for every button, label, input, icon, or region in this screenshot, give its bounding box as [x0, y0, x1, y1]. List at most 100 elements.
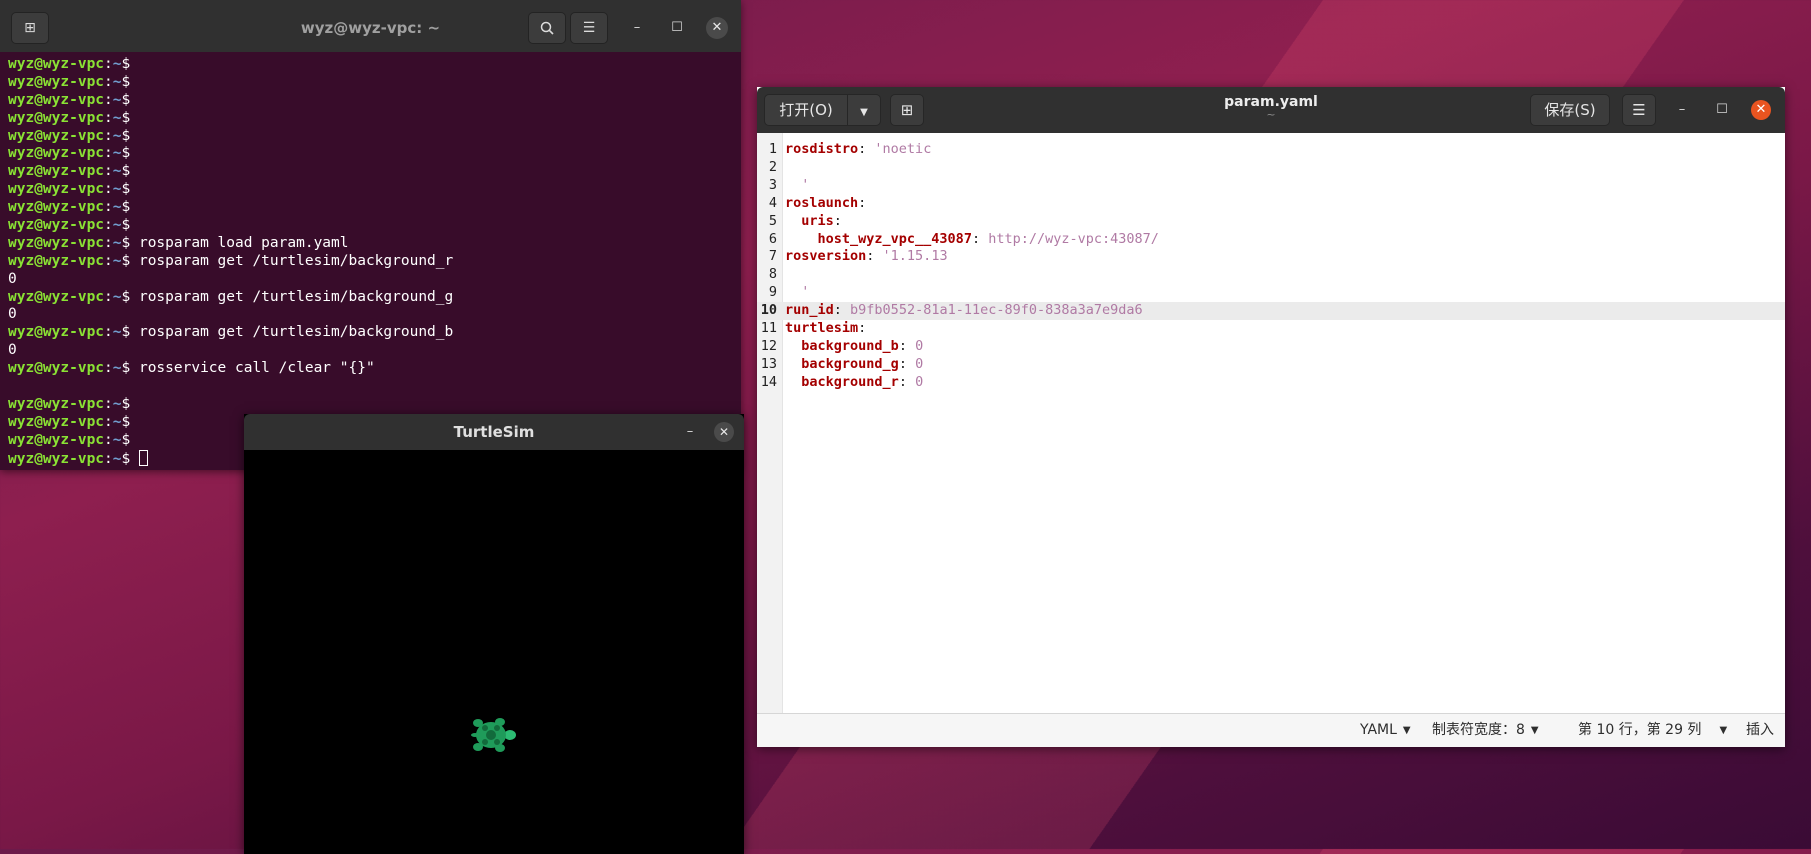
open-dropdown-button[interactable]: ▼	[847, 94, 881, 126]
code-line: 8	[757, 266, 1785, 284]
prompt-path: ~	[112, 163, 122, 180]
prompt-colon: :	[104, 109, 113, 126]
prompt-path: ~	[112, 431, 122, 448]
line-number: 4	[768, 194, 777, 211]
prompt-user: wyz@wyz-vpc	[8, 431, 105, 448]
yaml-value: 0	[915, 355, 924, 372]
terminal-line: 0	[8, 306, 737, 324]
terminal-titlebar[interactable]: ⊞ wyz@wyz-vpc: ~ ☰ – ☐ ✕	[0, 0, 741, 52]
prompt-colon: :	[104, 450, 113, 467]
prompt-user: wyz@wyz-vpc	[8, 127, 105, 144]
prompt-colon: :	[104, 73, 113, 90]
turtlesim-close-button[interactable]: ✕	[714, 422, 734, 442]
terminal-line-text: 0	[8, 342, 17, 359]
save-button[interactable]: 保存(S)	[1530, 94, 1610, 126]
terminal-line: wyz@wyz-vpc:~$ rosservice call /clear "{…	[8, 360, 737, 378]
terminal-line-text: rosparam get /turtlesim/background_g	[138, 288, 454, 305]
prompt-symbol: $	[121, 73, 139, 90]
prompt-path: ~	[112, 181, 122, 198]
document-title-area: param.yaml ~	[1057, 94, 1485, 120]
prompt-colon: :	[104, 127, 113, 144]
cursor-position-label: 第 10 行，第 29 列	[1578, 722, 1702, 738]
dropdown-arrow-icon: ▼	[860, 107, 868, 118]
turtlesim-title: TurtleSim	[453, 423, 535, 441]
menu-button[interactable]: ☰	[570, 12, 608, 44]
insert-mode-indicator[interactable]: 插入	[1746, 714, 1774, 747]
line-number: 9	[768, 284, 777, 301]
search-button[interactable]	[528, 12, 566, 44]
terminal-line: wyz@wyz-vpc:~$ rosparam load param.yaml	[8, 235, 737, 253]
gedit-minimize-button[interactable]: –	[1672, 100, 1692, 120]
code-content: background_r: 0	[785, 374, 923, 392]
prompt-path: ~	[112, 109, 122, 126]
yaml-separator: :	[866, 248, 883, 265]
terminal-window[interactable]: ⊞ wyz@wyz-vpc: ~ ☰ – ☐ ✕ wyz@wyz-vpc:~$ …	[0, 0, 741, 470]
prompt-colon: :	[104, 288, 113, 305]
terminal-line-text: 0	[8, 306, 17, 323]
gedit-maximize-button[interactable]: ☐	[1712, 100, 1732, 120]
prompt-user: wyz@wyz-vpc	[8, 145, 105, 162]
gedit-window[interactable]: 打开(O) ▼ ⊞ param.yaml ~ 保存(S) ☰ – ☐ ✕ 1 ro…	[757, 87, 1785, 747]
terminal-line: wyz@wyz-vpc:~$	[8, 396, 737, 414]
close-icon: ✕	[1755, 102, 1767, 117]
prompt-colon: :	[104, 56, 113, 72]
prompt-user: wyz@wyz-vpc	[8, 413, 105, 430]
terminal-line: wyz@wyz-vpc:~$	[8, 74, 737, 92]
code-line: 13 background_g: 0	[757, 356, 1785, 374]
turtlesim-minimize-button[interactable]: –	[680, 422, 700, 442]
turtlesim-titlebar[interactable]: TurtleSim – ✕	[244, 414, 744, 450]
code-content: turtlesim:	[785, 320, 866, 338]
prompt-symbol: $	[121, 181, 139, 198]
open-button[interactable]: 打开(O)	[764, 94, 848, 126]
turtlesim-window[interactable]: TurtleSim – ✕	[244, 414, 744, 854]
terminal-output[interactable]: wyz@wyz-vpc:~$ wyz@wyz-vpc:~$ wyz@wyz-vp…	[8, 56, 737, 470]
status-bar: YAML ▼ 制表符宽度：8 ▼ 第 10 行，第 29 列 ▼ 插入	[757, 713, 1785, 747]
text-editor-area[interactable]: 1 rosdistro: 'noetic 2 3 ' 4 roslaunch: 5 uris…	[757, 133, 1785, 714]
prompt-symbol: $	[121, 145, 139, 162]
line-number: 6	[768, 230, 777, 247]
yaml-separator: :	[833, 212, 842, 229]
prompt-symbol: $	[121, 413, 139, 430]
yaml-value: '1.15.13	[882, 248, 948, 265]
prompt-path: ~	[112, 234, 122, 251]
code-line: 7 rosversion: '1.15.13	[757, 248, 1785, 266]
gedit-close-button[interactable]: ✕	[1751, 100, 1771, 120]
new-document-button[interactable]: ⊞	[890, 94, 924, 126]
close-button[interactable]: ✕	[706, 17, 728, 39]
prompt-colon: :	[104, 360, 113, 377]
gedit-headerbar[interactable]: 打开(O) ▼ ⊞ param.yaml ~ 保存(S) ☰ – ☐ ✕	[757, 87, 1785, 133]
prompt-symbol: $	[121, 234, 139, 251]
prompt-user: wyz@wyz-vpc	[8, 181, 105, 198]
prompt-user: wyz@wyz-vpc	[8, 324, 105, 341]
yaml-separator: :	[858, 141, 875, 157]
dropdown-arrow-icon: ▼	[1719, 725, 1728, 736]
prompt-path: ~	[112, 395, 122, 412]
tab-width-selector[interactable]: 制表符宽度：8 ▼	[1432, 714, 1539, 747]
code-line: 9 '	[757, 284, 1785, 302]
search-icon	[540, 21, 554, 35]
minimize-button[interactable]: –	[627, 18, 647, 38]
prompt-path: ~	[112, 73, 122, 90]
turtlesim-canvas	[244, 450, 744, 854]
terminal-line: wyz@wyz-vpc:~$	[8, 163, 737, 181]
minimize-icon: –	[1678, 102, 1686, 117]
prompt-symbol: $	[121, 431, 139, 448]
yaml-separator: :	[971, 230, 989, 247]
gedit-menu-button[interactable]: ☰	[1622, 94, 1656, 126]
line-number: 14	[760, 373, 777, 390]
maximize-button[interactable]: ☐	[667, 18, 687, 38]
close-icon: ✕	[711, 20, 723, 35]
prompt-user: wyz@wyz-vpc	[8, 288, 105, 305]
prompt-colon: :	[104, 395, 113, 412]
yaml-value: '	[801, 176, 810, 193]
terminal-line-text: rosparam load param.yaml	[138, 234, 349, 251]
prompt-symbol: $	[121, 109, 139, 126]
language-selector[interactable]: YAML ▼	[1360, 714, 1411, 747]
prompt-user: wyz@wyz-vpc	[8, 109, 105, 126]
cursor-position-selector[interactable]: 第 10 行，第 29 列 ▼	[1578, 714, 1727, 747]
terminal-line: 0	[8, 342, 737, 360]
